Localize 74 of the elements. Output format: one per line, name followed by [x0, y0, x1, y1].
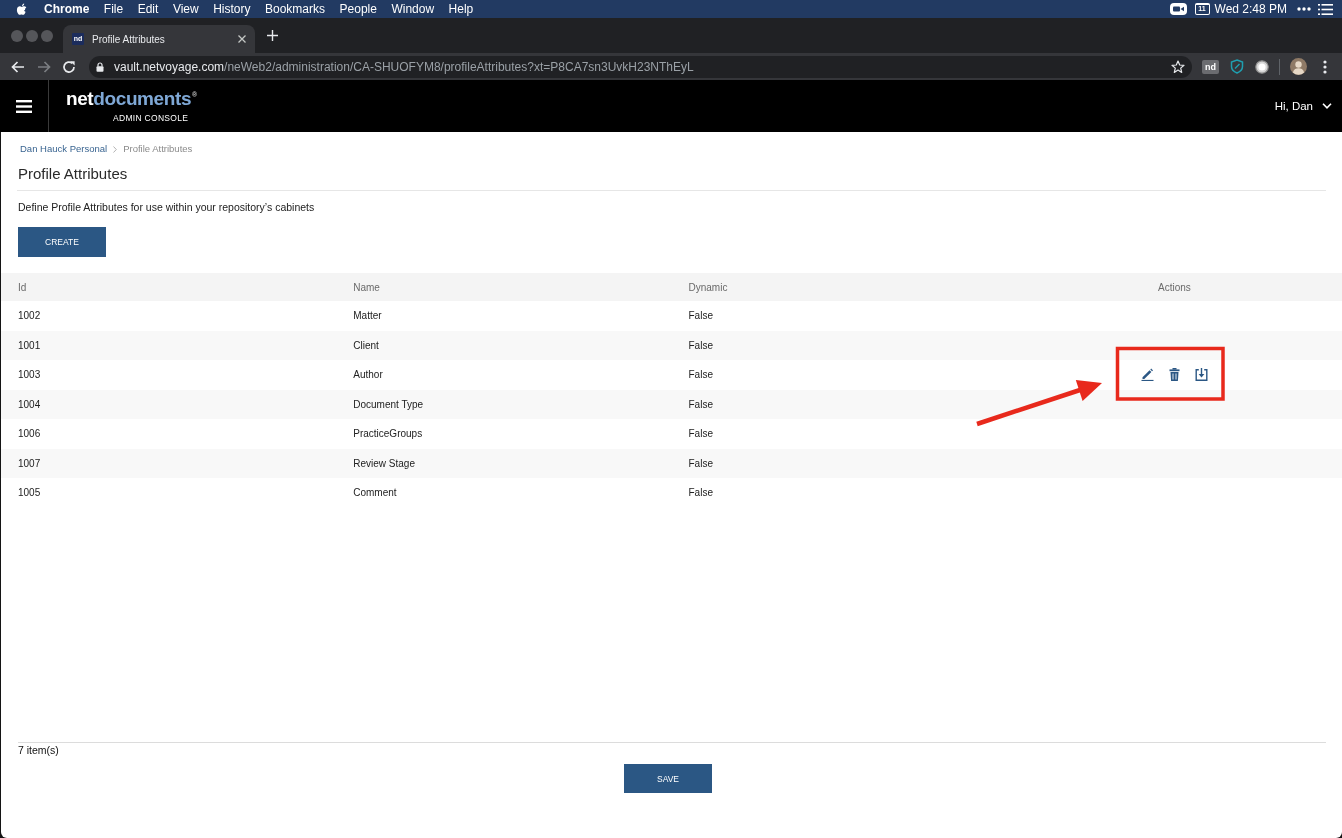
logo-subtitle: ADMIN CONSOLE	[113, 113, 189, 123]
table-cell-text: 1007	[17, 457, 42, 469]
table-cell-text: 1004	[17, 398, 42, 410]
table-row[interactable]: 1004 Document Type False	[1, 389, 1342, 419]
page-title: Profile Attributes	[17, 164, 1326, 191]
shield-icon[interactable]	[1230, 59, 1244, 74]
breadcrumb-current: Profile Attributes	[123, 143, 193, 155]
save-button[interactable]: SAVE	[624, 764, 712, 793]
menu-item[interactable]: View	[172, 0, 199, 18]
extension-button[interactable]: nd	[1202, 59, 1219, 74]
table-cell-text: 1005	[17, 487, 42, 499]
column-header: Actions	[1156, 281, 1192, 293]
download-icon[interactable]	[1194, 368, 1208, 382]
url-text: vault.netvoyage.com/neWeb2/administration/CA-SHUOFYM8/profileAttributes?xt=P8CA7sn3UvkH23NThEyL	[114, 59, 694, 74]
table-cell-text: False	[687, 457, 714, 469]
list-icon[interactable]	[1318, 3, 1333, 15]
star-icon[interactable]	[1171, 59, 1185, 74]
table-row[interactable]: 1007 Review Stage False	[1, 448, 1342, 478]
table-cell-text: Client	[352, 339, 380, 351]
close-icon[interactable]	[238, 35, 246, 43]
create-button[interactable]: CREATE	[18, 227, 106, 257]
column-header: Id	[17, 281, 28, 293]
trash-can-icon[interactable]	[1167, 368, 1181, 382]
item-count: 7 item(s)	[18, 743, 60, 757]
avatar-icon[interactable]	[1290, 58, 1307, 75]
menu-clock[interactable]: Wed 2:48 PM	[1214, 2, 1287, 16]
menu-item[interactable]: Help	[448, 0, 474, 18]
reload-icon[interactable]	[61, 58, 77, 75]
menu-item[interactable]: History	[213, 0, 251, 18]
table-cell-text: False	[687, 398, 714, 410]
table-row[interactable]: 1005 Comment False	[1, 478, 1342, 508]
table-cell-text: 1001	[17, 339, 42, 351]
chevron-right-icon	[113, 145, 118, 153]
table-row[interactable]: 1001 Client False	[1, 330, 1342, 360]
pencil-icon[interactable]	[1140, 368, 1154, 382]
breadcrumb-link[interactable]: Dan Hauck Personal	[20, 143, 108, 155]
logo-wordmark[interactable]: netdocuments$^{®}$	[66, 89, 198, 113]
user-menu-button[interactable]: Hi, Dan	[1274, 100, 1332, 112]
address-bar[interactable]: vault.netvoyage.com/neWeb2/administration/CA-SHUOFYM8/profileAttributes?xt=P8CA7sn3UvkH23NThEyL	[89, 55, 1192, 78]
table-cell-text: Matter	[352, 310, 383, 322]
more-icon[interactable]	[1297, 7, 1311, 11]
table-cell-text: Author	[352, 369, 384, 381]
menu-icon[interactable]	[16, 99, 32, 113]
video-camera-icon[interactable]	[1169, 3, 1187, 15]
table-cell-text: False	[687, 310, 714, 322]
table-cell-text: False	[687, 487, 714, 499]
table-cell-text: Comment	[352, 487, 398, 499]
table-cell-text: 1006	[17, 428, 42, 440]
plus-icon[interactable]	[267, 30, 278, 41]
table-cell-text: False	[687, 369, 714, 381]
table-cell-text: Review Stage	[352, 457, 416, 469]
menu-item[interactable]: Bookmarks	[265, 0, 326, 18]
column-header: Name	[352, 281, 381, 293]
table-row[interactable]: 1006 PracticeGroups False	[1, 419, 1342, 449]
lock-icon[interactable]	[96, 61, 104, 72]
menu-item[interactable]: Window	[391, 0, 435, 18]
chevron-down-icon	[1322, 103, 1332, 109]
app-menu[interactable]: Chrome	[44, 0, 90, 18]
menu-item[interactable]: File	[103, 0, 124, 18]
table-cell-text: PracticeGroups	[352, 428, 424, 440]
kebab-menu-icon[interactable]	[1323, 59, 1327, 74]
menu-item[interactable]: Edit	[137, 0, 159, 18]
circle-icon[interactable]	[1255, 59, 1269, 74]
table-row[interactable]: 1002 Matter False	[1, 301, 1342, 331]
table-row[interactable]: 1003 Author False	[1, 360, 1342, 390]
table-cell-text: 1003	[17, 369, 42, 381]
column-header: Dynamic	[687, 281, 729, 293]
table-cell-text: Document Type	[352, 398, 425, 410]
table-cell-text: False	[687, 339, 714, 351]
apple-logo-icon[interactable]	[16, 2, 27, 16]
table-cell-text: 1002	[17, 310, 42, 322]
page-description: Define Profile Attributes for use within your repository’s cabinets	[18, 200, 316, 214]
table-cell-text: False	[687, 428, 714, 440]
menu-item[interactable]: People	[339, 0, 377, 18]
